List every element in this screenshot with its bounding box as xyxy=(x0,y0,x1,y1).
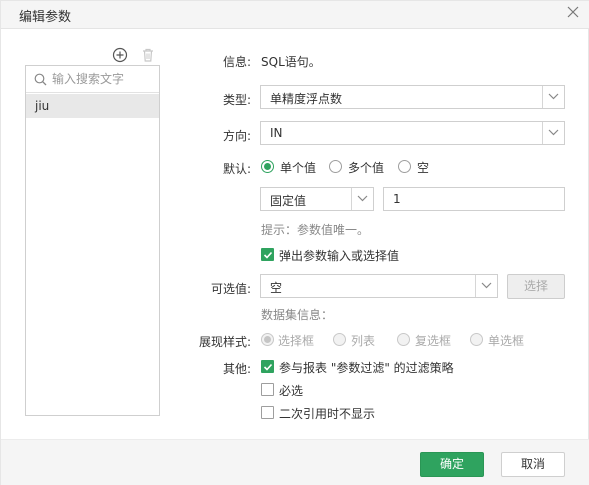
search-icon xyxy=(34,73,47,86)
radio-single-value-label: 单个值 xyxy=(280,161,317,175)
required-checkbox[interactable] xyxy=(261,383,274,396)
type-select[interactable]: 单精度浮点数 xyxy=(260,85,565,109)
hide-secondary-ref-label: 二次引用时不显示 xyxy=(279,407,376,421)
edit-parameter-dialog: 编辑参数 jiu 信息: SQL语句。 类型: 单精度浮点数 方向: IN 默认… xyxy=(0,0,589,485)
default-label: 默认: xyxy=(222,162,251,176)
dialog-title: 编辑参数 xyxy=(19,10,72,25)
radio-list[interactable] xyxy=(333,333,346,346)
ok-button[interactable]: 确定 xyxy=(420,452,484,477)
radio-radio-box-label: 单选框 xyxy=(488,334,525,348)
display-style-label: 展现样式: xyxy=(198,335,251,349)
type-label: 类型: xyxy=(222,93,251,107)
type-select-value: 单精度浮点数 xyxy=(270,92,343,106)
radio-select-box-label: 选择框 xyxy=(278,334,315,348)
dialog-header: 编辑参数 xyxy=(1,1,589,29)
default-mode-select[interactable]: 固定值 xyxy=(260,187,374,211)
popup-checkbox-label: 弹出参数输入或选择值 xyxy=(279,249,400,263)
hide-secondary-ref-checkbox[interactable] xyxy=(261,406,274,419)
delete-parameter-icon[interactable] xyxy=(140,47,156,63)
filter-strategy-label: 参与报表 "参数过滤" 的过滤策略 xyxy=(279,361,454,375)
direction-label: 方向: xyxy=(222,129,251,143)
direction-select[interactable]: IN xyxy=(260,121,565,145)
optional-select[interactable]: 空 xyxy=(260,274,498,298)
direction-select-value: IN xyxy=(270,126,283,140)
parameter-search xyxy=(26,66,159,93)
radio-multi-value-label: 多个值 xyxy=(348,161,385,175)
cancel-button[interactable]: 取消 xyxy=(501,452,565,477)
default-hint: 提示：参数值唯一。 xyxy=(261,223,370,237)
other-label: 其他: xyxy=(222,362,251,376)
radio-select-box[interactable] xyxy=(261,333,274,346)
radio-empty-label: 空 xyxy=(417,161,430,175)
optional-select-value: 空 xyxy=(270,281,283,295)
radio-empty[interactable] xyxy=(398,160,411,173)
radio-multi-value[interactable] xyxy=(329,160,342,173)
dataset-info: 数据集信息： xyxy=(261,308,334,322)
default-mode-value: 固定值 xyxy=(270,194,307,208)
radio-list-label: 列表 xyxy=(351,334,376,348)
chevron-down-icon[interactable] xyxy=(542,122,564,144)
chevron-down-icon[interactable] xyxy=(475,275,497,297)
radio-single-value[interactable] xyxy=(261,160,274,173)
list-item[interactable]: jiu xyxy=(26,94,159,118)
default-value-text: 1 xyxy=(393,192,401,206)
search-input[interactable] xyxy=(52,70,152,88)
filter-strategy-checkbox[interactable] xyxy=(261,360,274,373)
default-value-input[interactable]: 1 xyxy=(383,187,565,211)
parameter-list-panel: jiu xyxy=(25,65,160,416)
close-icon[interactable] xyxy=(566,5,580,19)
add-parameter-icon[interactable] xyxy=(112,47,128,63)
optional-label: 可选值: xyxy=(210,282,251,296)
radio-radio-box[interactable] xyxy=(470,333,483,346)
required-label: 必选 xyxy=(279,384,304,398)
radio-checkbox[interactable] xyxy=(397,333,410,346)
popup-checkbox[interactable] xyxy=(261,248,274,261)
info-value: SQL语句。 xyxy=(261,55,321,69)
chevron-down-icon[interactable] xyxy=(351,188,373,210)
info-label: 信息: xyxy=(222,55,251,69)
chevron-down-icon[interactable] xyxy=(542,86,564,108)
radio-checkbox-label: 复选框 xyxy=(415,334,452,348)
choose-button[interactable]: 选择 xyxy=(507,274,565,299)
dialog-footer: 确定 取消 xyxy=(1,439,589,485)
